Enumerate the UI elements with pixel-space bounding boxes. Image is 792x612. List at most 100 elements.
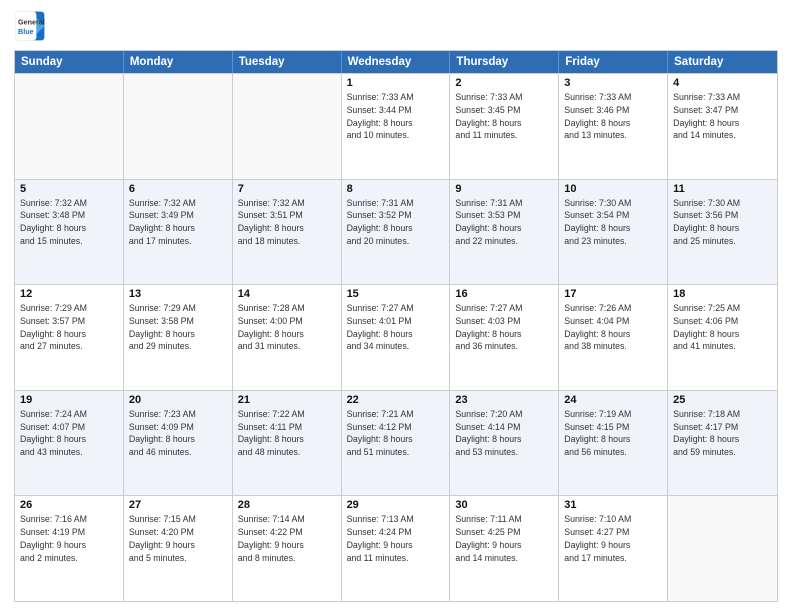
day-number: 9 — [455, 183, 553, 195]
day-number: 25 — [673, 394, 772, 406]
calendar-row-3: 12 Sunrise: 7:29 AM Sunset: 3:57 PM Dayli… — [15, 284, 777, 390]
day-number: 24 — [564, 394, 662, 406]
day-number: 2 — [455, 77, 553, 89]
weekday-header-monday: Monday — [124, 51, 233, 73]
day-cell-26: 26 Sunrise: 7:16 AM Sunset: 4:19 PM Dayli… — [15, 496, 124, 601]
day-cell-31: 31 Sunrise: 7:10 AM Sunset: 4:27 PM Dayli… — [559, 496, 668, 601]
svg-text:General: General — [18, 17, 45, 26]
day-cell-22: 22 Sunrise: 7:21 AM Sunset: 4:12 PM Dayli… — [342, 391, 451, 496]
day-number: 13 — [129, 288, 227, 300]
calendar-row-1: 1 Sunrise: 7:33 AM Sunset: 3:44 PM Daylig… — [15, 73, 777, 179]
day-number: 31 — [564, 499, 662, 511]
header: General Blue — [14, 10, 778, 42]
empty-cell — [233, 74, 342, 179]
day-cell-2: 2 Sunrise: 7:33 AM Sunset: 3:45 PM Daylig… — [450, 74, 559, 179]
day-number: 19 — [20, 394, 118, 406]
day-cell-29: 29Sunrise: 7:13 AM Sunset: 4:24 PM Dayli… — [342, 496, 451, 601]
day-info: Sunrise: 7:20 AM Sunset: 4:14 PM Dayligh… — [455, 408, 553, 459]
day-number: 20 — [129, 394, 227, 406]
day-cell-16: 16 Sunrise: 7:27 AM Sunset: 4:03 PM Dayli… — [450, 285, 559, 390]
day-number: 22 — [347, 394, 445, 406]
day-info: Sunrise: 7:31 AM Sunset: 3:53 PM Dayligh… — [455, 197, 553, 248]
logo-icon: General Blue — [14, 10, 46, 42]
day-cell-14: 14Sunrise: 7:28 AM Sunset: 4:00 PM Dayli… — [233, 285, 342, 390]
day-number: 11 — [673, 183, 772, 195]
day-info: Sunrise: 7:19 AM Sunset: 4:15 PM Dayligh… — [564, 408, 662, 459]
day-info: Sunrise: 7:32 AM Sunset: 3:51 PM Dayligh… — [238, 197, 336, 248]
day-info: Sunrise: 7:27 AM Sunset: 4:03 PM Dayligh… — [455, 302, 553, 353]
weekday-header-saturday: Saturday — [668, 51, 777, 73]
svg-text:Blue: Blue — [18, 27, 34, 36]
day-cell-17: 17 Sunrise: 7:26 AM Sunset: 4:04 PM Dayli… — [559, 285, 668, 390]
calendar-row-2: 5 Sunrise: 7:32 AM Sunset: 3:48 PM Daylig… — [15, 179, 777, 285]
calendar-header: SundayMondayTuesdayWednesdayThursdayFrid… — [15, 51, 777, 73]
day-info: Sunrise: 7:26 AM Sunset: 4:04 PM Dayligh… — [564, 302, 662, 353]
day-info: Sunrise: 7:11 AM Sunset: 4:25 PM Dayligh… — [455, 513, 553, 564]
day-cell-15: 15Sunrise: 7:27 AM Sunset: 4:01 PM Dayli… — [342, 285, 451, 390]
day-number: 10 — [564, 183, 662, 195]
day-cell-13: 13 Sunrise: 7:29 AM Sunset: 3:58 PM Dayli… — [124, 285, 233, 390]
day-number: 16 — [455, 288, 553, 300]
day-cell-25: 25 Sunrise: 7:18 AM Sunset: 4:17 PM Dayli… — [668, 391, 777, 496]
day-number: 1 — [347, 77, 445, 89]
day-info: Sunrise: 7:29 AM Sunset: 3:58 PM Dayligh… — [129, 302, 227, 353]
day-number: 6 — [129, 183, 227, 195]
day-info: Sunrise: 7:15 AM Sunset: 4:20 PM Dayligh… — [129, 513, 227, 564]
day-number: 17 — [564, 288, 662, 300]
day-cell-1: 1 Sunrise: 7:33 AM Sunset: 3:44 PM Daylig… — [342, 74, 451, 179]
day-info: Sunrise: 7:32 AM Sunset: 3:49 PM Dayligh… — [129, 197, 227, 248]
weekday-header-wednesday: Wednesday — [342, 51, 451, 73]
day-cell-23: 23 Sunrise: 7:20 AM Sunset: 4:14 PM Dayli… — [450, 391, 559, 496]
day-info: Sunrise: 7:33 AM Sunset: 3:44 PM Dayligh… — [347, 91, 445, 142]
day-info: Sunrise: 7:24 AM Sunset: 4:07 PM Dayligh… — [20, 408, 118, 459]
day-info: Sunrise: 7:10 AM Sunset: 4:27 PM Dayligh… — [564, 513, 662, 564]
day-number: 5 — [20, 183, 118, 195]
day-number: 26 — [20, 499, 118, 511]
day-number: 30 — [455, 499, 553, 511]
day-number: 28 — [238, 499, 336, 511]
day-info: Sunrise: 7:18 AM Sunset: 4:17 PM Dayligh… — [673, 408, 772, 459]
day-cell-20: 20 Sunrise: 7:23 AM Sunset: 4:09 PM Dayli… — [124, 391, 233, 496]
day-cell-21: 21 Sunrise: 7:22 AM Sunset: 4:11 PM Dayli… — [233, 391, 342, 496]
day-number: 4 — [673, 77, 772, 89]
day-number: 18 — [673, 288, 772, 300]
day-info: Sunrise: 7:30 AM Sunset: 3:54 PM Dayligh… — [564, 197, 662, 248]
calendar-row-5: 26 Sunrise: 7:16 AM Sunset: 4:19 PM Dayli… — [15, 495, 777, 601]
day-number: 15 — [347, 288, 445, 300]
weekday-header-thursday: Thursday — [450, 51, 559, 73]
day-number: 12 — [20, 288, 118, 300]
day-cell-3: 3Sunrise: 7:33 AM Sunset: 3:46 PM Daylig… — [559, 74, 668, 179]
weekday-header-friday: Friday — [559, 51, 668, 73]
day-number: 7 — [238, 183, 336, 195]
day-cell-9: 9 Sunrise: 7:31 AM Sunset: 3:53 PM Daylig… — [450, 180, 559, 285]
day-cell-5: 5 Sunrise: 7:32 AM Sunset: 3:48 PM Daylig… — [15, 180, 124, 285]
weekday-header-sunday: Sunday — [15, 51, 124, 73]
day-cell-18: 18 Sunrise: 7:25 AM Sunset: 4:06 PM Dayli… — [668, 285, 777, 390]
day-cell-30: 30 Sunrise: 7:11 AM Sunset: 4:25 PM Dayli… — [450, 496, 559, 601]
day-info: Sunrise: 7:21 AM Sunset: 4:12 PM Dayligh… — [347, 408, 445, 459]
day-info: Sunrise: 7:32 AM Sunset: 3:48 PM Dayligh… — [20, 197, 118, 248]
day-info: Sunrise: 7:22 AM Sunset: 4:11 PM Dayligh… — [238, 408, 336, 459]
day-cell-8: 8Sunrise: 7:31 AM Sunset: 3:52 PM Daylig… — [342, 180, 451, 285]
day-number: 23 — [455, 394, 553, 406]
day-cell-6: 6 Sunrise: 7:32 AM Sunset: 3:49 PM Daylig… — [124, 180, 233, 285]
day-cell-4: 4Sunrise: 7:33 AM Sunset: 3:47 PM Daylig… — [668, 74, 777, 179]
logo: General Blue — [14, 10, 46, 42]
day-number: 14 — [238, 288, 336, 300]
day-cell-27: 27Sunrise: 7:15 AM Sunset: 4:20 PM Dayli… — [124, 496, 233, 601]
day-cell-12: 12 Sunrise: 7:29 AM Sunset: 3:57 PM Dayli… — [15, 285, 124, 390]
day-cell-19: 19 Sunrise: 7:24 AM Sunset: 4:07 PM Dayli… — [15, 391, 124, 496]
day-info: Sunrise: 7:23 AM Sunset: 4:09 PM Dayligh… — [129, 408, 227, 459]
day-cell-11: 11Sunrise: 7:30 AM Sunset: 3:56 PM Dayli… — [668, 180, 777, 285]
day-info: Sunrise: 7:16 AM Sunset: 4:19 PM Dayligh… — [20, 513, 118, 564]
day-info: Sunrise: 7:33 AM Sunset: 3:45 PM Dayligh… — [455, 91, 553, 142]
day-cell-7: 7 Sunrise: 7:32 AM Sunset: 3:51 PM Daylig… — [233, 180, 342, 285]
empty-cell — [124, 74, 233, 179]
day-info: Sunrise: 7:31 AM Sunset: 3:52 PM Dayligh… — [347, 197, 445, 248]
day-number: 21 — [238, 394, 336, 406]
page: General Blue SundayMondayTuesdayWednesda… — [0, 0, 792, 612]
day-info: Sunrise: 7:25 AM Sunset: 4:06 PM Dayligh… — [673, 302, 772, 353]
day-info: Sunrise: 7:29 AM Sunset: 3:57 PM Dayligh… — [20, 302, 118, 353]
calendar-body: 1 Sunrise: 7:33 AM Sunset: 3:44 PM Daylig… — [15, 73, 777, 601]
calendar-row-4: 19 Sunrise: 7:24 AM Sunset: 4:07 PM Dayli… — [15, 390, 777, 496]
